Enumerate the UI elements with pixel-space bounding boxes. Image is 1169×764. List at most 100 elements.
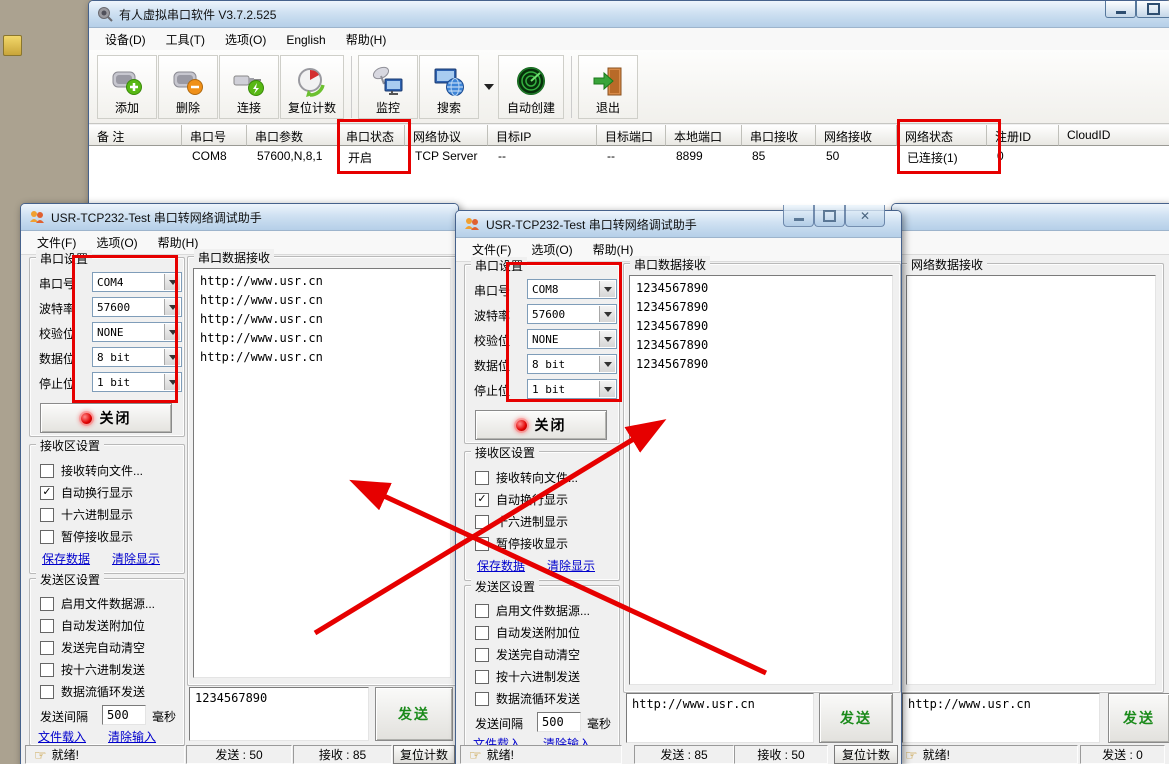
checkbox-recv-to-file[interactable]: 接收转向文件... [40,462,143,479]
network-rx-area[interactable] [906,275,1156,685]
close-port-button[interactable]: 关闭 [475,410,607,440]
table-row[interactable]: COM8 57600,N,8,1 开启 TCP Server -- -- 889… [89,146,1169,166]
toolbar-auto-create-button[interactable]: 自动创建 [498,55,564,119]
col-com-params[interactable]: 串口参数 [247,125,338,146]
dropdown-arrow-icon[interactable] [164,274,180,290]
rx-line: 1234567890 [636,298,886,317]
col-cloud-id[interactable]: CloudID [1059,125,1169,146]
stop-bits-select[interactable]: 1 bit [92,372,182,392]
network-titlebar[interactable] [892,204,1169,231]
col-target-ip[interactable]: 目标IP [488,125,597,146]
checkbox-hex-send[interactable]: 按十六进制发送 [475,668,580,685]
col-target-port[interactable]: 目标端口 [597,125,666,146]
network-send-input[interactable]: http://www.usr.cn [902,693,1100,743]
reset-count-button[interactable]: 复位计数 [393,745,455,764]
background-window-minimize-button[interactable] [783,205,814,227]
menu-english[interactable]: English [276,30,335,50]
checkbox-auto-append[interactable]: 自动发送附加位 [475,624,580,641]
menu-help[interactable]: 帮助(H) [336,28,397,51]
checkbox-hex-send[interactable]: 按十六进制发送 [40,661,145,678]
checkbox-auto-append[interactable]: 自动发送附加位 [40,617,145,634]
checkbox-auto-wrap[interactable]: ✓自动换行显示 [40,484,133,501]
dropdown-arrow-icon[interactable] [164,299,180,315]
menu-options[interactable]: 选项(O) [86,231,147,254]
parity-select[interactable]: NONE [92,322,182,342]
stop-bits-select[interactable]: 1 bit [527,379,617,399]
parity-select[interactable]: NONE [527,329,617,349]
save-data-link[interactable]: 保存数据 [477,557,525,574]
load-file-link[interactable]: 文件载入 [38,728,86,745]
background-window-maximize-button[interactable] [814,205,845,227]
col-local-port[interactable]: 本地端口 [666,125,742,146]
com-port-select[interactable]: COM8 [527,279,617,299]
checkbox-hex-display[interactable]: 十六进制显示 [40,506,133,523]
checkbox-pause-recv[interactable]: 暂停接收显示 [475,535,568,552]
clear-display-link[interactable]: 清除显示 [547,557,595,574]
reset-count-button[interactable]: 复位计数 [834,745,898,764]
dropdown-arrow-icon[interactable] [164,324,180,340]
clear-display-link[interactable]: 清除显示 [112,550,160,567]
baud-rate-select[interactable]: 57600 [527,304,617,324]
send-interval-input[interactable]: 500 [537,712,581,732]
send-button[interactable]: 发送 [375,687,453,741]
send-button[interactable]: 发送 [819,693,893,743]
toolbar-reset-count-button[interactable]: 复位计数 [280,55,344,119]
desktop-icon[interactable] [3,35,22,56]
maximize-button[interactable] [1136,1,1169,18]
dropdown-arrow-icon[interactable] [599,331,615,347]
checkbox-hex-display[interactable]: 十六进制显示 [475,513,568,530]
com-port-select[interactable]: COM4 [92,272,182,292]
auto-create-icon [514,64,548,98]
send-interval-input[interactable]: 500 [102,705,146,725]
checkbox-loop-send[interactable]: 数据流循环发送 [475,690,580,707]
vcom-titlebar[interactable]: 有人虚拟串口软件 V3.7.2.525 [89,1,1169,28]
checkbox-clear-after-send[interactable]: 发送完自动清空 [40,639,145,656]
clear-input-link[interactable]: 清除输入 [108,728,156,745]
menu-tools[interactable]: 工具(T) [156,28,215,51]
baud-rate-select[interactable]: 57600 [92,297,182,317]
minimize-button[interactable] [1105,1,1136,18]
col-com-state[interactable]: 串口状态 [338,125,405,146]
data-bits-select[interactable]: 8 bit [92,347,182,367]
checkbox-loop-send[interactable]: 数据流循环发送 [40,683,145,700]
menu-options[interactable]: 选项(O) [521,238,582,261]
checkbox-auto-wrap[interactable]: ✓自动换行显示 [475,491,568,508]
col-reg-id[interactable]: 注册ID [987,125,1059,146]
toolbar-search-button[interactable]: 搜索 [419,55,479,119]
toolbar-exit-button[interactable]: 退出 [578,55,638,119]
network-send-button[interactable]: 发送 [1108,693,1169,743]
col-com-port[interactable]: 串口号 [182,125,247,146]
col-com-rx[interactable]: 串口接收 [742,125,816,146]
col-net-state[interactable]: 网络状态 [897,125,987,146]
background-window-close-button[interactable]: ✕ [845,205,885,227]
save-data-link[interactable]: 保存数据 [42,550,90,567]
toolbar-monitor-button[interactable]: 监控 [358,55,418,119]
close-port-button[interactable]: 关闭 [40,403,172,433]
toolbar-add-button[interactable]: 添加 [97,55,157,119]
menu-device[interactable]: 设备(D) [95,28,156,51]
dropdown-arrow-icon[interactable] [164,349,180,365]
dropdown-arrow-icon[interactable] [599,356,615,372]
checkbox-file-source[interactable]: 启用文件数据源... [475,602,590,619]
checkbox-file-source[interactable]: 启用文件数据源... [40,595,155,612]
col-net-rx[interactable]: 网络接收 [816,125,897,146]
left-titlebar[interactable]: USR-TCP232-Test 串口转网络调试助手 [21,204,458,231]
dropdown-arrow-icon[interactable] [599,281,615,297]
toolbar-connect-button[interactable]: 连接 [219,55,279,119]
send-input[interactable]: http://www.usr.cn [626,693,814,743]
dropdown-arrow-icon[interactable] [164,374,180,390]
checkbox-clear-after-send[interactable]: 发送完自动清空 [475,646,580,663]
dropdown-arrow-icon[interactable] [599,306,615,322]
toolbar-delete-button[interactable]: 删除 [158,55,218,119]
data-bits-select[interactable]: 8 bit [527,354,617,374]
serial-rx-area[interactable]: http://www.usr.cn http://www.usr.cn http… [193,268,451,678]
menu-options[interactable]: 选项(O) [215,28,276,51]
col-remark[interactable]: 备 注 [89,125,182,146]
checkbox-pause-recv[interactable]: 暂停接收显示 [40,528,133,545]
col-net-protocol[interactable]: 网络协议 [405,125,488,146]
checkbox-recv-to-file[interactable]: 接收转向文件... [475,469,578,486]
search-dropdown-arrow[interactable] [484,84,494,90]
dropdown-arrow-icon[interactable] [599,381,615,397]
serial-rx-area[interactable]: 1234567890 1234567890 1234567890 1234567… [629,275,893,685]
send-input[interactable]: 1234567890 [189,687,369,741]
